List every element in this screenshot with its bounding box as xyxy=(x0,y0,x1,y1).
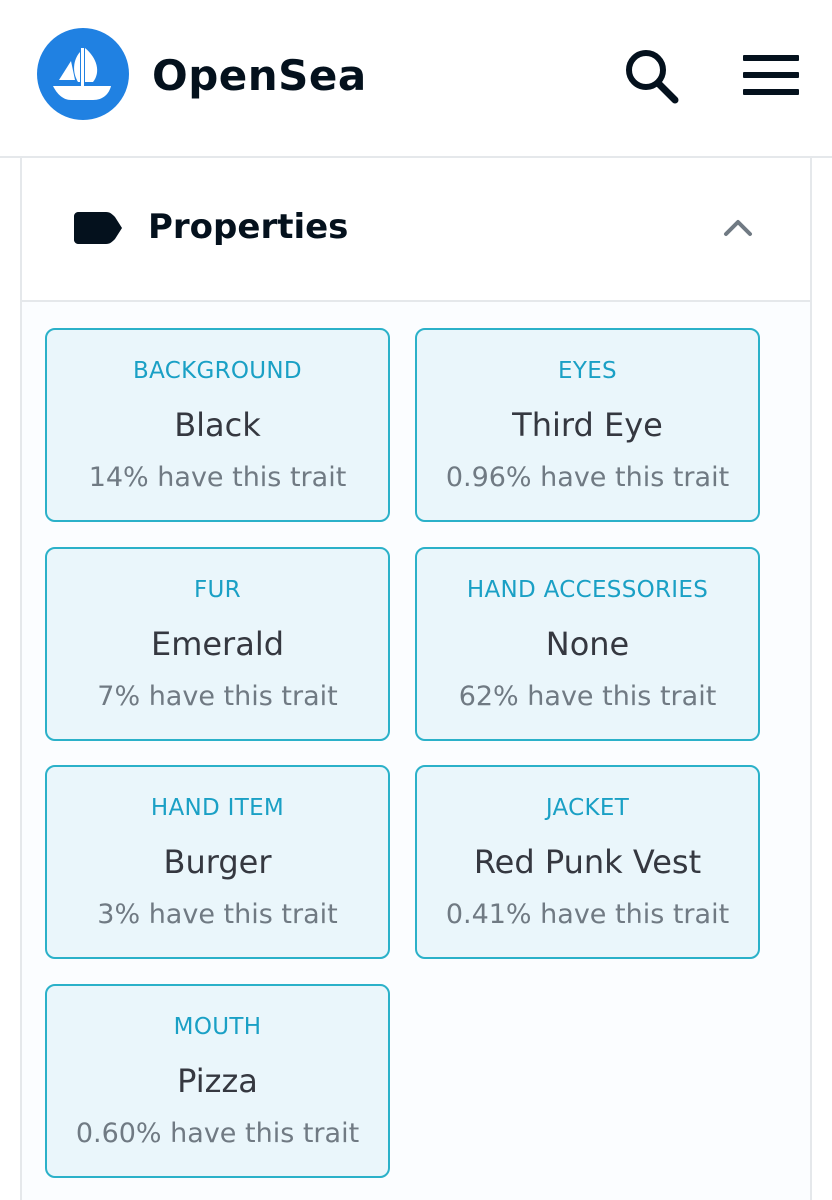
trait-rarity: 14% have this trait xyxy=(88,462,347,493)
tag-icon xyxy=(74,212,122,244)
trait-type: FUR xyxy=(194,577,241,603)
trait-type: HAND ACCESSORIES xyxy=(466,577,709,603)
trait-card-hand-item[interactable]: HAND ITEM Burger 3% have this trait xyxy=(45,765,390,959)
brand-name[interactable]: OpenSea xyxy=(152,46,367,106)
trait-value: Emerald xyxy=(150,625,285,663)
trait-rarity: 0.60% have this trait xyxy=(75,1118,360,1149)
properties-header[interactable]: Properties xyxy=(22,158,810,302)
search-button[interactable] xyxy=(620,46,684,106)
top-navbar: OpenSea xyxy=(0,0,832,158)
trait-rarity: 7% have this trait xyxy=(97,681,338,712)
hamburger-menu-icon xyxy=(743,55,799,95)
trait-card-hand-accessories[interactable]: HAND ACCESSORIES None 62% have this trai… xyxy=(415,547,760,741)
trait-value: Burger xyxy=(163,843,272,881)
trait-type: MOUTH xyxy=(173,1014,262,1040)
search-icon xyxy=(626,50,679,104)
properties-title: Properties xyxy=(148,207,349,247)
trait-value: Pizza xyxy=(177,1062,258,1100)
trait-type: HAND ITEM xyxy=(150,795,285,821)
trait-card-eyes[interactable]: EYES Third Eye 0.96% have this trait xyxy=(415,328,760,522)
trait-type: JACKET xyxy=(545,795,630,821)
trait-rarity: 62% have this trait xyxy=(458,681,717,712)
chevron-up-icon[interactable] xyxy=(722,216,754,238)
menu-button[interactable] xyxy=(740,50,804,100)
trait-card-fur[interactable]: FUR Emerald 7% have this trait xyxy=(45,547,390,741)
trait-value: None xyxy=(545,625,630,663)
trait-type: EYES xyxy=(558,358,617,384)
trait-rarity: 3% have this trait xyxy=(97,899,338,930)
trait-value: Black xyxy=(174,406,261,444)
trait-type: BACKGROUND xyxy=(133,358,302,384)
trait-rarity: 0.96% have this trait xyxy=(445,462,730,493)
trait-value: Red Punk Vest xyxy=(473,843,702,881)
trait-value: Third Eye xyxy=(512,406,663,444)
trait-card-jacket[interactable]: JACKET Red Punk Vest 0.41% have this tra… xyxy=(415,765,760,959)
trait-card-mouth[interactable]: MOUTH Pizza 0.60% have this trait xyxy=(45,984,390,1178)
trait-rarity: 0.41% have this trait xyxy=(445,899,730,930)
trait-card-background[interactable]: BACKGROUND Black 14% have this trait xyxy=(45,328,390,522)
properties-panel: Properties BACKGROUND Black 14% have thi… xyxy=(20,158,812,1200)
opensea-logo-icon[interactable] xyxy=(37,28,129,120)
